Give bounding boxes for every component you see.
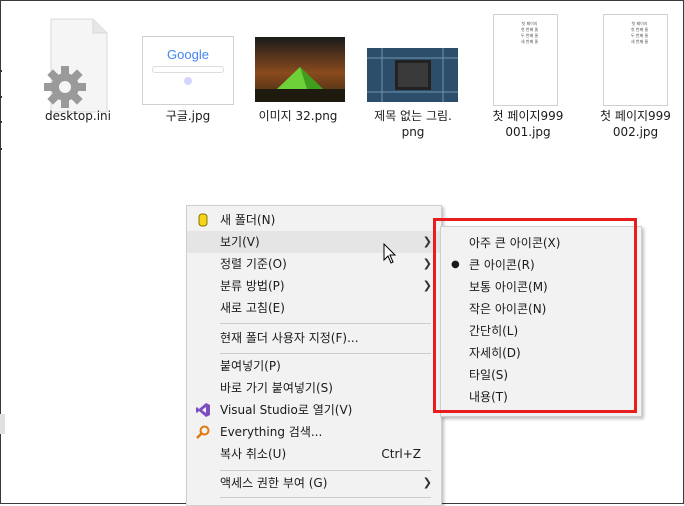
dot-shape bbox=[184, 77, 192, 85]
scroll-edge bbox=[0, 414, 5, 434]
menu-item-label: 새 폴더(N) bbox=[220, 213, 276, 227]
menu-item-everything-search[interactable]: Everything 검색... bbox=[187, 421, 441, 443]
edge-tick bbox=[0, 121, 2, 123]
menu-separator bbox=[220, 323, 431, 324]
visual-studio-icon bbox=[196, 403, 210, 417]
menu-item-paste-shortcut[interactable]: 바로 가기 붙여넣기(S) bbox=[187, 377, 441, 399]
menu-item-label: 보기(V) bbox=[220, 235, 260, 249]
document-thumbnail: 첫 페이지 첫 번째 줄 두 번째 줄 세 번째 줄 bbox=[493, 14, 558, 106]
menu-item-customize-folder[interactable]: 현재 폴더 사용자 지정(F)... bbox=[187, 327, 441, 349]
edge-tick bbox=[0, 70, 2, 72]
menu-item-label: 액세스 권한 부여 (G) bbox=[220, 476, 328, 490]
file-name-line2: png bbox=[401, 125, 425, 139]
mouse-cursor-icon bbox=[383, 243, 397, 264]
file-name-line1: 첫 페이지999 bbox=[600, 109, 671, 123]
file-tile[interactable]: 이미지 32.png bbox=[248, 12, 348, 132]
chevron-right-icon: ❯ bbox=[422, 257, 432, 270]
file-tile[interactable]: 첫 페이지 첫 번째 줄 두 번째 줄 세 번째 줄 첫 페이지999 002.… bbox=[588, 12, 683, 142]
edge-tick bbox=[0, 96, 2, 98]
menu-item-refresh[interactable]: 새로 고침(E) bbox=[187, 297, 441, 319]
file-tile[interactable]: Google 구글.jpg bbox=[138, 12, 238, 132]
google-logo: Google bbox=[167, 47, 209, 62]
edge-tick bbox=[0, 148, 2, 150]
menu-item-label: 붙여넣기(P) bbox=[220, 359, 281, 373]
file-name-line1: 제목 없는 그림. bbox=[374, 109, 452, 123]
google-thumbnail: Google bbox=[142, 36, 234, 105]
menu-item-shortcut: Ctrl+Z bbox=[381, 447, 421, 461]
menu-item-label: 현재 폴더 사용자 지정(F)... bbox=[220, 331, 359, 345]
context-menu: 새 폴더(N) 보기(V) ❯ 정렬 기준(O) ❯ 분류 방법(P) ❯ 새로… bbox=[186, 205, 442, 506]
menu-item-label: Visual Studio로 열기(V) bbox=[220, 403, 353, 417]
chip-photo-thumbnail bbox=[367, 48, 458, 102]
new-folder-icon bbox=[198, 213, 208, 227]
menu-item-label: 바로 가기 붙여넣기(S) bbox=[220, 381, 333, 395]
highlight-box bbox=[433, 218, 637, 413]
menu-item-label: 복사 취소(U) bbox=[220, 447, 287, 461]
search-bar-shape bbox=[152, 66, 224, 73]
file-name-line1: 첫 페이지999 bbox=[492, 109, 564, 123]
file-name-line2: 002.jpg bbox=[612, 125, 659, 139]
menu-item-give-access[interactable]: 액세스 권한 부여 (G) ❯ bbox=[187, 472, 441, 494]
menu-item-sort-by[interactable]: 정렬 기준(O) ❯ bbox=[187, 253, 441, 275]
tent-photo-thumbnail bbox=[255, 37, 345, 102]
doc-line: 세 번째 줄 bbox=[630, 39, 649, 44]
menu-item-undo-copy[interactable]: 복사 취소(U) Ctrl+Z bbox=[187, 443, 441, 465]
file-name: 구글.jpg bbox=[165, 109, 211, 123]
menu-item-label: Everything 검색... bbox=[220, 425, 323, 439]
menu-item-group-by[interactable]: 분류 방법(P) ❯ bbox=[187, 275, 441, 297]
file-name: 이미지 32.png bbox=[258, 109, 338, 123]
menu-item-new-folder[interactable]: 새 폴더(N) bbox=[187, 209, 441, 231]
menu-separator bbox=[220, 353, 431, 354]
menu-separator bbox=[220, 470, 431, 471]
file-name-line2: 001.jpg bbox=[505, 125, 551, 139]
settings-file-icon bbox=[44, 18, 108, 113]
everything-search-icon bbox=[196, 425, 210, 439]
file-tile[interactable]: 제목 없는 그림. png bbox=[358, 12, 468, 142]
menu-item-open-visual-studio[interactable]: Visual Studio로 열기(V) bbox=[187, 399, 441, 421]
file-tile[interactable]: desktop.ini bbox=[28, 12, 128, 132]
menu-item-label: 분류 방법(P) bbox=[220, 279, 285, 293]
menu-item-view[interactable]: 보기(V) ❯ bbox=[187, 231, 441, 253]
chevron-right-icon: ❯ bbox=[422, 476, 432, 489]
chevron-right-icon: ❯ bbox=[422, 279, 432, 292]
chevron-right-icon: ❯ bbox=[422, 235, 432, 248]
menu-item-label: 정렬 기준(O) bbox=[220, 257, 287, 271]
file-tile[interactable]: 첫 페이지 첫 번째 줄 두 번째 줄 세 번째 줄 첫 페이지999 001.… bbox=[478, 12, 578, 142]
doc-line: 세 번째 줄 bbox=[520, 39, 539, 44]
menu-item-label: 새로 고침(E) bbox=[220, 301, 285, 315]
menu-separator bbox=[220, 497, 431, 498]
document-thumbnail: 첫 페이지 첫 번째 줄 두 번째 줄 세 번째 줄 bbox=[603, 14, 668, 106]
menu-item-paste[interactable]: 붙여넣기(P) bbox=[187, 355, 441, 377]
file-name: desktop.ini bbox=[45, 109, 111, 123]
